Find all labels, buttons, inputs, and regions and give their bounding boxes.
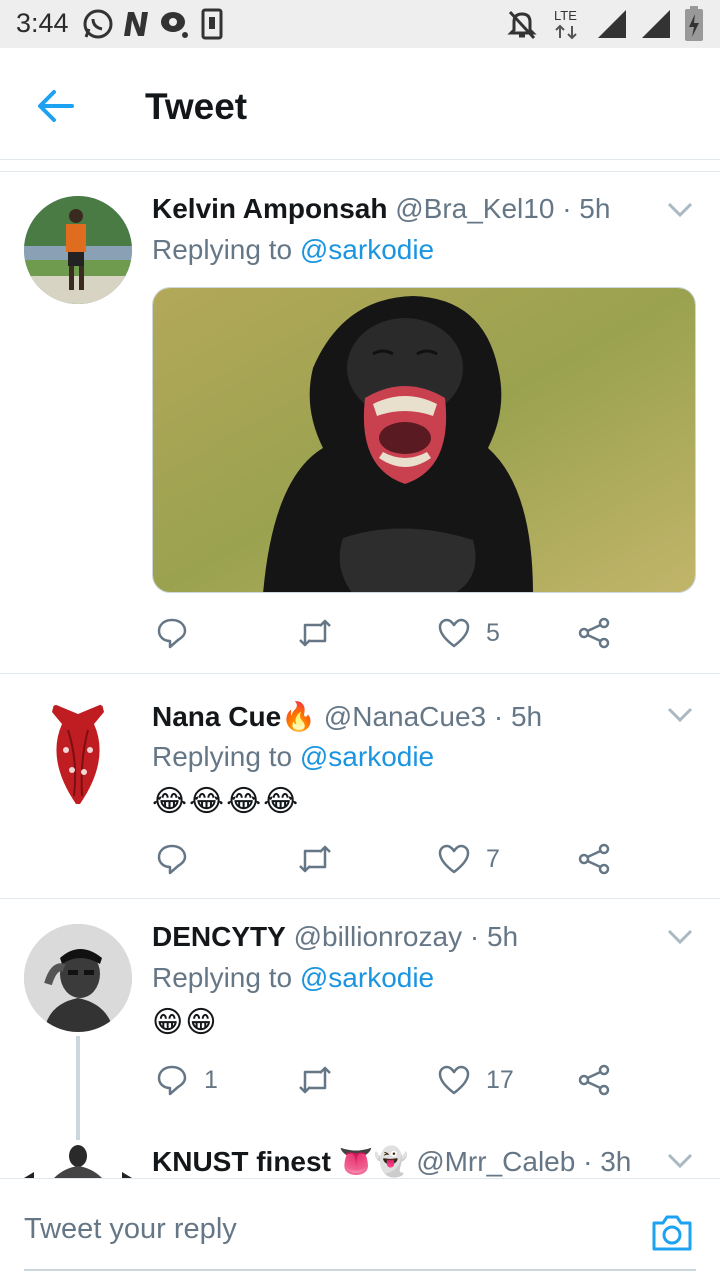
avatar[interactable]	[24, 700, 132, 808]
avatar[interactable]	[24, 1144, 132, 1178]
tweet-actions: 5	[152, 613, 672, 653]
divider	[0, 673, 720, 674]
tweet-text: 😁😁	[152, 1006, 219, 1039]
like-button[interactable]: 5	[438, 613, 500, 653]
chevron-down-icon[interactable]	[666, 706, 694, 724]
signal-icon	[596, 8, 628, 45]
battery-icon	[684, 6, 704, 47]
app-bar: Tweet	[0, 48, 720, 160]
reply-icon	[157, 844, 187, 875]
tweet-actions: 1 17	[152, 1060, 672, 1100]
author-handle[interactable]: @NanaCue3 · 5h	[324, 701, 542, 732]
arrow-left-icon	[38, 90, 74, 122]
chevron-down-icon[interactable]	[666, 201, 694, 219]
mention-link[interactable]: @sarkodie	[300, 962, 434, 993]
share-icon	[578, 1064, 610, 1096]
back-button[interactable]	[36, 88, 76, 124]
author-name[interactable]: KNUST finest 👅👻	[152, 1146, 408, 1177]
reply-button[interactable]	[156, 839, 204, 879]
svg-text:LTE: LTE	[554, 8, 577, 23]
retweet-button[interactable]	[297, 613, 333, 653]
reply-icon	[157, 1065, 187, 1096]
avatar[interactable]	[24, 196, 132, 304]
phone-outline-icon	[200, 8, 224, 45]
author-handle[interactable]: @billionrozay · 5h	[294, 921, 519, 952]
retweet-button[interactable]	[297, 1060, 333, 1100]
mute-icon	[506, 8, 538, 45]
reply-input[interactable]: Tweet your reply	[24, 1213, 237, 1246]
share-button[interactable]	[578, 1060, 610, 1100]
tweet-actions: 7	[152, 839, 672, 879]
heart-icon	[438, 844, 470, 874]
thread-line	[76, 1036, 80, 1140]
tweet-text: 😂😂😂😂	[152, 785, 301, 818]
status-time: 3:44	[16, 8, 69, 38]
tweet-header: DENCYTY @billionrozay · 5h	[152, 921, 518, 953]
signal-icon	[640, 8, 672, 45]
retweet-button[interactable]	[297, 839, 333, 879]
reply-button[interactable]: 1	[156, 1060, 218, 1100]
like-count: 17	[486, 1065, 514, 1094]
heart-icon	[438, 1065, 470, 1095]
chevron-down-icon[interactable]	[666, 928, 694, 946]
reply-icon	[157, 618, 187, 649]
mention-link[interactable]: @sarkodie	[300, 234, 434, 265]
author-handle[interactable]: @Mrr_Caleb · 3h	[416, 1146, 631, 1177]
avatar[interactable]	[24, 924, 132, 1032]
reply-bar: Tweet your reply	[0, 1178, 720, 1280]
replying-to-label: Replying to	[152, 234, 293, 265]
share-icon	[578, 617, 610, 649]
like-count: 5	[486, 618, 500, 647]
author-handle[interactable]: @Bra_Kel10 · 5h	[395, 193, 610, 224]
status-bar: 3:44 LTE	[0, 0, 720, 48]
reply-button[interactable]	[156, 613, 204, 653]
divider	[0, 171, 720, 172]
retweet-icon	[299, 619, 331, 647]
reply-input-underline	[24, 1269, 696, 1271]
lte-icon: LTE	[552, 6, 582, 45]
page-title: Tweet	[145, 86, 248, 127]
like-button[interactable]: 7	[438, 839, 500, 879]
camera-icon	[652, 1215, 692, 1251]
author-name[interactable]: DENCYTY	[152, 921, 286, 952]
like-count: 7	[486, 844, 500, 873]
tweet-header: Nana Cue🔥 @NanaCue3 · 5h	[152, 700, 542, 733]
like-button[interactable]: 17	[438, 1060, 514, 1100]
retweet-icon	[299, 845, 331, 873]
retweet-icon	[299, 1066, 331, 1094]
share-button[interactable]	[578, 613, 610, 653]
n-app-icon	[120, 8, 152, 45]
share-icon	[578, 843, 610, 875]
author-name[interactable]: Kelvin Amponsah	[152, 193, 387, 224]
reply-count: 1	[204, 1065, 218, 1094]
divider	[0, 898, 720, 899]
camera-button[interactable]	[650, 1213, 694, 1253]
replying-to: Replying to @sarkodie	[152, 962, 434, 994]
whatsapp-icon	[82, 8, 114, 45]
heart-icon	[438, 618, 470, 648]
replying-to-label: Replying to	[152, 962, 293, 993]
share-button[interactable]	[578, 839, 610, 879]
tweet-header: Kelvin Amponsah @Bra_Kel10 · 5h	[152, 193, 610, 225]
chat-icon	[158, 8, 190, 45]
mention-link[interactable]: @sarkodie	[300, 741, 434, 772]
tweet-header: KNUST finest 👅👻 @Mrr_Caleb · 3h	[152, 1145, 631, 1178]
replying-to-label: Replying to	[152, 741, 293, 772]
replying-to: Replying to @sarkodie	[152, 741, 434, 773]
author-name[interactable]: Nana Cue🔥	[152, 701, 316, 732]
replying-to: Replying to @sarkodie	[152, 234, 434, 266]
tweet-image[interactable]	[152, 287, 696, 593]
chevron-down-icon[interactable]	[666, 1152, 694, 1170]
